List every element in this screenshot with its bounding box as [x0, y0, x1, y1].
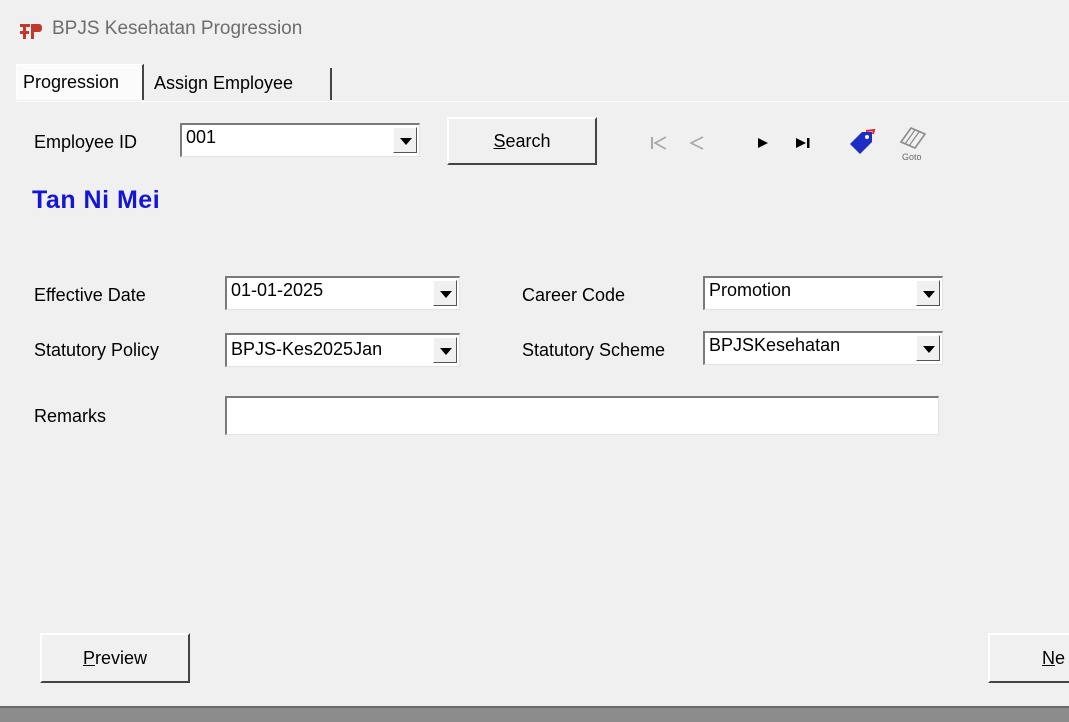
preview-button-mnemonic: P: [82, 648, 95, 668]
goto-icon[interactable]: Goto: [896, 124, 930, 162]
effective-date-dropdown-button[interactable]: [433, 280, 457, 306]
career-code-combo[interactable]: Promotion: [703, 276, 943, 310]
career-code-label: Career Code: [522, 285, 626, 305]
next-button-rest: e: [1055, 648, 1066, 668]
career-code-dropdown-button[interactable]: [916, 280, 940, 306]
career-code-value: Promotion: [709, 280, 792, 300]
employee-id-label: Employee ID: [34, 132, 138, 152]
statutory-scheme-value: BPJSKesehatan: [709, 335, 841, 355]
next-button-mnemonic: N: [1042, 648, 1055, 668]
effective-date-value: 01-01-2025: [231, 280, 324, 300]
effective-date-label: Effective Date: [34, 285, 146, 305]
statutory-scheme-combo[interactable]: BPJSKesehatan: [703, 331, 943, 365]
statutory-scheme-dropdown-button[interactable]: [916, 335, 940, 361]
remarks-input[interactable]: [225, 396, 939, 435]
title-bar: BPJS Kesehatan Progression: [0, 0, 1069, 62]
preview-button-rest: review: [95, 648, 148, 668]
app-logo-icon: [20, 24, 42, 39]
bookmark-tag-icon[interactable]: [846, 128, 876, 158]
statutory-scheme-label: Statutory Scheme: [522, 340, 666, 360]
remarks-label: Remarks: [34, 406, 107, 426]
statutory-policy-dropdown-button[interactable]: [433, 337, 457, 363]
search-button-rest: earch: [505, 131, 551, 151]
first-record-icon[interactable]: [648, 132, 670, 154]
tab-divider: [16, 101, 1069, 102]
next-record-icon[interactable]: [752, 132, 774, 154]
window-title: BPJS Kesehatan Progression: [52, 18, 303, 39]
tab-assign-employee[interactable]: Assign Employee: [148, 68, 332, 100]
goto-caption: Goto: [902, 152, 922, 162]
last-record-icon[interactable]: [792, 132, 814, 154]
statutory-policy-combo[interactable]: BPJS-Kes2025Jan: [225, 333, 460, 367]
employee-id-combo[interactable]: 001: [180, 123, 420, 157]
previous-record-icon[interactable]: [686, 132, 708, 154]
search-button[interactable]: Search: [447, 117, 597, 165]
effective-date-combo[interactable]: 01-01-2025: [225, 276, 460, 310]
search-button-mnemonic: S: [493, 131, 506, 151]
statutory-policy-label: Statutory Policy: [34, 340, 160, 360]
employee-id-dropdown-button[interactable]: [393, 127, 417, 153]
next-button[interactable]: Ne: [988, 633, 1069, 683]
statutory-policy-value: BPJS-Kes2025Jan: [231, 339, 383, 359]
employee-id-value: 001: [186, 127, 217, 147]
employee-name: Tan Ni Mei: [32, 186, 161, 214]
preview-button[interactable]: Preview: [40, 633, 190, 683]
tab-progression[interactable]: Progression: [16, 64, 144, 100]
